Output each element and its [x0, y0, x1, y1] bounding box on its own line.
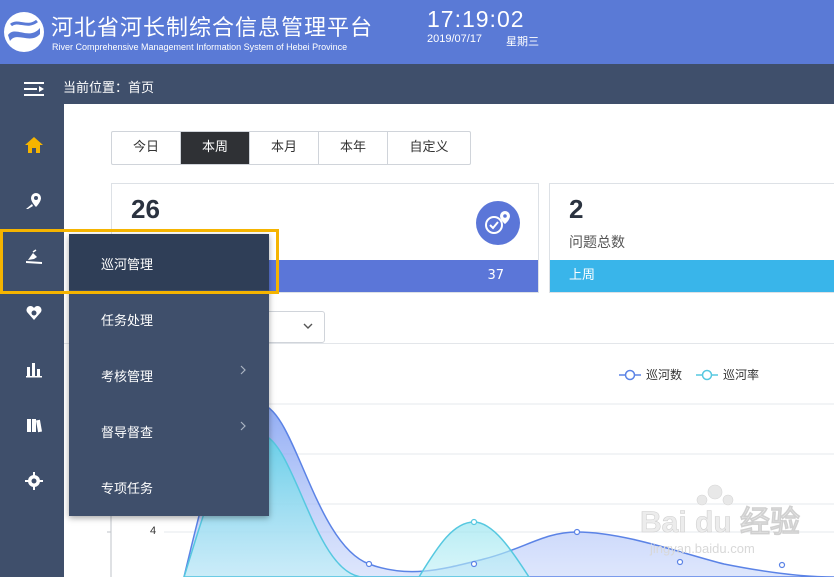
submenu-item-label: 专项任务 — [101, 482, 154, 497]
chevron-right-icon — [240, 365, 246, 375]
breadcrumb-bar — [64, 64, 834, 104]
stat-footer: 上周 — [550, 260, 834, 292]
submenu-item-label: 督导督查 — [101, 426, 154, 441]
bar-chart-icon[interactable] — [22, 358, 46, 380]
submenu-item-special-tasks[interactable]: 专项任务 — [69, 458, 269, 514]
stat-footer-value: 37 — [487, 268, 504, 283]
submenu-item-assessment[interactable]: 考核管理 — [69, 346, 269, 402]
series-patrol-rate-points — [470, 518, 478, 526]
river-swirl-logo-icon — [4, 12, 44, 52]
gear-icon[interactable] — [22, 470, 46, 492]
highlight-annotation-box — [0, 229, 279, 294]
chart-y-tick-label: 4 — [150, 525, 157, 537]
watermark-text: Bai du 经验 — [640, 505, 800, 539]
tab-this-month[interactable]: 本月 — [250, 132, 319, 164]
app-title-english: River Comprehensive Management Informati… — [52, 42, 348, 52]
tab-this-week[interactable]: 本周 — [181, 132, 250, 164]
clock-date: 2019/07/17 — [427, 33, 483, 45]
books-icon[interactable] — [22, 414, 46, 436]
patrol-location-icon — [476, 201, 520, 245]
home-icon[interactable] — [22, 134, 46, 156]
stat-card-problems[interactable]: 2 问题总数 上周 — [549, 183, 834, 293]
tab-today[interactable]: 今日 — [112, 132, 181, 164]
chart-filter-select[interactable] — [264, 311, 325, 343]
submenu-item-supervision[interactable]: 督导督查 — [69, 402, 269, 458]
baidu-watermark: Bai du 经验 jingyan.baidu.com — [640, 484, 800, 556]
top-header: 河北省河长制综合信息管理平台 River Comprehensive Manag… — [0, 0, 834, 64]
menu-toggle-icon[interactable] — [24, 80, 44, 98]
submenu-item-task-handling[interactable]: 任务处理 — [69, 290, 269, 346]
stat-value: 2 — [569, 194, 584, 224]
submenu-item-label: 任务处理 — [101, 314, 154, 329]
map-pin-icon[interactable] — [22, 190, 46, 212]
chevron-down-icon — [303, 323, 313, 329]
tab-this-year[interactable]: 本年 — [319, 132, 388, 164]
breadcrumb: 当前位置：首页 — [63, 81, 155, 96]
app-title: 河北省河长制综合信息管理平台 — [51, 16, 374, 41]
watermark-subtext: jingyan.baidu.com — [649, 541, 755, 556]
stat-footer-left: 上周 — [569, 268, 596, 283]
tab-custom[interactable]: 自定义 — [388, 132, 470, 164]
heart-shield-icon[interactable] — [22, 302, 46, 324]
clock-weekday: 星期三 — [506, 35, 539, 48]
stat-value: 26 — [131, 194, 160, 224]
chevron-right-icon — [240, 421, 246, 431]
period-tabs: 今日 本周 本月 本年 自定义 — [111, 131, 471, 165]
clock-time: 17:19:02 — [427, 6, 525, 32]
submenu-item-label: 考核管理 — [101, 370, 154, 385]
stat-label: 问题总数 — [569, 235, 625, 251]
